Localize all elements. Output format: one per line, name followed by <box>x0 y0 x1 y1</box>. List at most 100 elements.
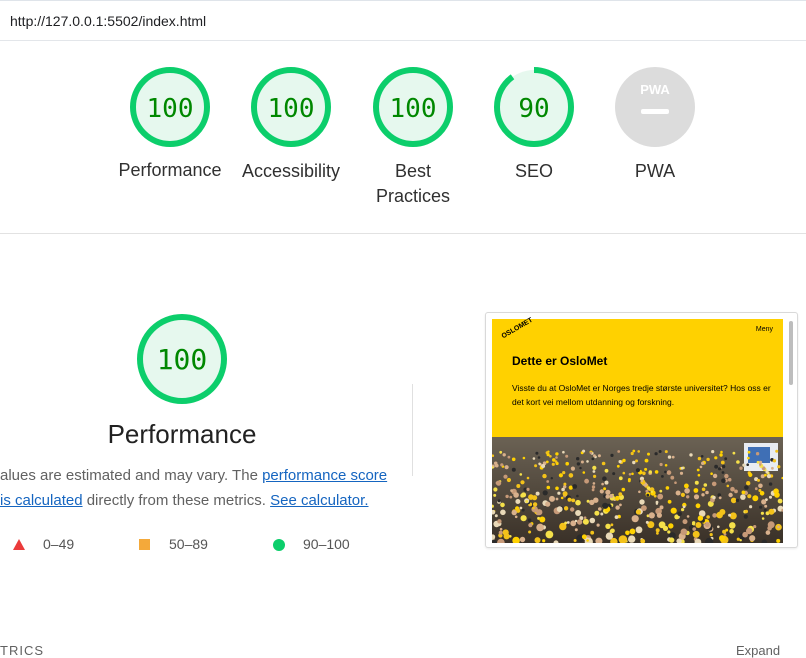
crowd-speck <box>747 450 751 454</box>
crowd-speck <box>511 467 516 472</box>
crowd-speck <box>541 464 546 468</box>
performance-description: alues are estimated and may vary. The pe… <box>0 463 400 513</box>
crowd-speck <box>724 457 728 461</box>
crowd-speck <box>592 470 596 473</box>
crowd-speck <box>496 480 502 486</box>
gauge-score: 100 <box>268 94 315 124</box>
crowd-speck <box>654 470 659 474</box>
crowd-speck <box>655 528 660 533</box>
performance-score-link-cont[interactable]: is calculated <box>0 492 83 509</box>
crowd-speck <box>500 509 506 516</box>
crowd-speck <box>658 450 662 453</box>
crowd-speck <box>503 474 508 479</box>
crowd-speck <box>670 507 677 514</box>
see-calculator-link[interactable]: See calculator. <box>270 492 368 509</box>
crowd-speck <box>712 495 716 500</box>
crowd-speck <box>759 463 762 466</box>
crowd-speck <box>719 509 726 515</box>
crowd-speck <box>516 484 521 488</box>
crowd-speck <box>615 505 620 510</box>
performance-gauge-large: 100 <box>136 313 228 405</box>
crowd-speck <box>600 512 604 516</box>
crowd-speck <box>680 492 685 497</box>
crowd-speck <box>717 467 722 471</box>
crowd-speck <box>556 506 563 513</box>
crowd-speck <box>771 466 774 470</box>
crowd-speck <box>618 460 622 464</box>
crowd-speck <box>765 530 771 535</box>
crowd-speck <box>592 465 597 470</box>
crowd-speck <box>736 537 740 541</box>
crowd-speck <box>659 505 664 510</box>
crowd-speck <box>744 509 748 514</box>
crowd-speck <box>511 457 516 462</box>
crowd-speck <box>528 523 533 528</box>
gauge-pwa[interactable]: PWA <box>614 66 696 148</box>
crowd-speck <box>735 498 740 503</box>
crowd-speck <box>647 452 650 456</box>
crowd-speck <box>593 497 599 503</box>
crowd-speck <box>602 476 607 481</box>
description-text: directly from these metrics. <box>82 492 271 509</box>
gauge-seo[interactable]: 90 <box>493 66 575 148</box>
crowd-speck <box>768 482 773 486</box>
crowd-speck <box>589 517 596 524</box>
crowd-speck <box>635 468 640 473</box>
crowd-speck <box>700 455 704 458</box>
crowd-speck <box>542 473 547 479</box>
crowd-speck <box>705 490 709 495</box>
crowd-speck <box>542 539 546 543</box>
gauge-accessibility[interactable]: 100 <box>250 66 332 148</box>
crowd-speck <box>692 530 700 538</box>
crowd-speck <box>768 508 775 515</box>
crowd-speck <box>632 460 636 465</box>
crowd-speck <box>493 487 498 492</box>
url-text[interactable]: http://127.0.0.1:5502/index.html <box>10 13 206 29</box>
gauge-performance[interactable]: 100 <box>129 66 211 148</box>
crowd-speck <box>693 494 700 500</box>
crowd-speck <box>532 506 535 510</box>
crowd-speck <box>554 460 558 463</box>
crowd-speck <box>749 535 756 542</box>
crowd-speck <box>614 495 620 501</box>
crowd-speck <box>535 451 539 455</box>
crowd-speck <box>503 533 510 540</box>
crowd-speck <box>746 463 749 466</box>
final-screenshot[interactable]: OSLOMET Meny Dette er OsloMet Visste du … <box>485 312 798 548</box>
gauge-label-seo: SEO <box>514 161 553 181</box>
screenshot-scrollbar[interactable] <box>789 321 793 385</box>
crowd-speck <box>590 530 595 535</box>
crowd-speck <box>629 528 636 535</box>
crowd-speck <box>617 450 621 453</box>
crowd-speck <box>661 475 664 478</box>
crowd-speck <box>522 456 526 460</box>
crowd-speck <box>754 487 758 491</box>
crowd-speck <box>614 515 619 519</box>
crowd-speck <box>562 491 568 497</box>
gauge-label-pwa: PWA <box>634 161 676 181</box>
crowd-speck <box>570 466 575 471</box>
crowd-speck <box>589 451 593 455</box>
crowd-speck <box>618 492 623 497</box>
screenshot-menu-label: Meny <box>755 326 773 333</box>
crowd-speck <box>532 495 538 501</box>
crowd-speck <box>714 456 718 460</box>
expand-view-toggle[interactable]: Expand <box>736 643 780 658</box>
pass-circle-icon <box>273 539 285 551</box>
crowd-speck <box>721 464 726 469</box>
crowd-speck <box>689 453 693 457</box>
crowd-speck <box>686 515 690 518</box>
gauge-best-practices[interactable]: 100 <box>372 66 454 148</box>
crowd-speck <box>534 537 541 543</box>
crowd-speck <box>534 464 538 468</box>
performance-score-link[interactable]: performance score <box>262 467 387 484</box>
crowd-speck <box>757 478 760 482</box>
crowd-speck <box>642 471 646 476</box>
crowd-speck <box>610 453 614 457</box>
crowd-speck <box>732 451 736 455</box>
crowd-speck <box>621 487 626 492</box>
crowd-speck <box>775 449 779 453</box>
crowd-speck <box>555 497 559 501</box>
crowd-speck <box>605 494 610 499</box>
crowd-speck <box>504 465 509 470</box>
